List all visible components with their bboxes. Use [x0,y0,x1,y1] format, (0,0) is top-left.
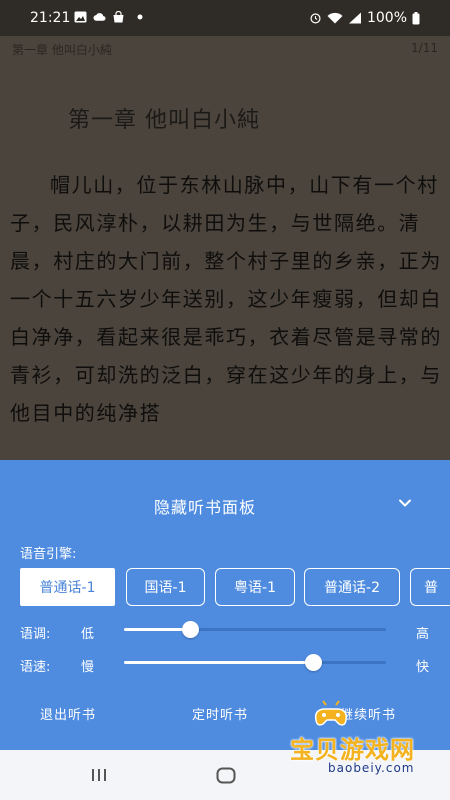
chapter-body-text: 帽儿山，位于东林山脉中，山下有一个村子，民风淳朴，以耕田为生，与世隔绝。清晨，村… [10,173,442,425]
page-indicator: 1/11 [411,41,438,55]
status-bar: 21:21 100% [0,0,450,36]
battery-icon [412,11,420,24]
dot-icon [137,14,143,20]
watermark-url: baobeiy.com [328,761,415,775]
reader-page[interactable]: 第一章 他叫白小純 1/11 第一章 他叫白小純 帽儿山，位于东林山脉中，山下有… [0,36,450,460]
speed-slider-thumb[interactable] [304,654,322,671]
speed-slider-fill [124,661,313,664]
hide-tts-panel-title[interactable]: 隐藏听书面板 [0,494,410,518]
timer-listening-button[interactable]: 定时听书 [192,704,248,723]
engine-chip-guoyu-1[interactable]: 国语-1 [126,568,205,606]
voice-engine-list: 普通话-1 国语-1 粤语-1 普通话-2 普 [20,568,450,606]
chapter-header: 第一章 他叫白小純 [12,43,112,57]
pitch-label: 语调: [20,627,51,642]
status-time: 21:21 [30,10,71,26]
pitch-slider-thumb[interactable] [181,621,199,638]
battery-text: 100% [366,10,407,26]
watermark: 宝贝游戏网 baobeiy.com [290,700,450,775]
pitch-min-label: 低 [81,627,95,642]
image-icon [74,11,87,23]
bag-icon [113,11,124,23]
recents-icon[interactable] [91,768,107,782]
engine-chip-partial[interactable]: 普 [410,568,450,606]
alarm-icon [310,13,321,24]
home-icon[interactable] [216,767,236,784]
engine-chip-yueyu-1[interactable]: 粤语-1 [215,568,295,606]
pitch-max-label: 高 [416,627,430,642]
watermark-text: 宝贝游戏网 [290,736,415,764]
signal-icon [348,12,361,24]
engine-chip-putonghua-2[interactable]: 普通话-2 [304,568,400,606]
cloud-icon [93,13,106,21]
speed-slider[interactable] [124,654,386,671]
engine-chip-putonghua-1[interactable]: 普通话-1 [20,568,115,606]
speed-max-label: 快 [416,660,430,675]
chevron-down-icon[interactable] [396,494,414,512]
chapter-title: 第一章 他叫白小純 [68,108,260,133]
speed-min-label: 慢 [81,660,95,675]
gamepad-logo-icon [314,700,348,726]
voice-engine-label: 语音引擎: [20,547,77,562]
exit-listening-button[interactable]: 退出听书 [40,704,96,723]
speed-label: 语速: [20,660,51,675]
wifi-icon [327,12,343,24]
pitch-slider[interactable] [124,621,386,638]
pitch-slider-fill [124,628,190,631]
